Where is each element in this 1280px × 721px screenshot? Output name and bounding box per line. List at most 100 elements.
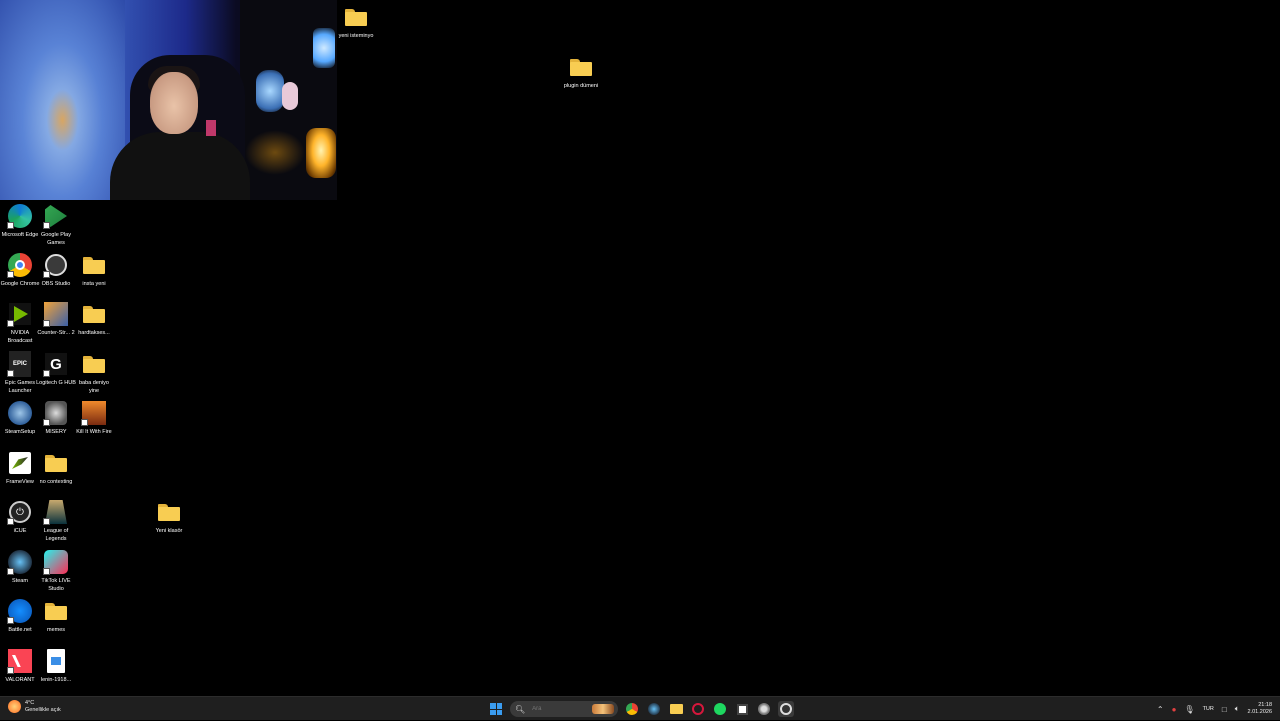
- system-tray: ⌃ ● 🎙︎ TUR □ 🔈︎ 21:18 2.01.2026: [1157, 697, 1272, 721]
- search-input[interactable]: [530, 705, 595, 713]
- webcam-person-head: [150, 72, 198, 134]
- folder-icon: [83, 355, 105, 373]
- desktop-icon-label: Logitech G HUB: [36, 380, 76, 386]
- settings-icon: [758, 703, 770, 715]
- desktop-icon-label: VALORANT: [5, 677, 35, 683]
- search-highlight-image: [592, 704, 614, 714]
- start-icon: [490, 703, 502, 715]
- desktop-icon-icue[interactable]: ⏻ iCUE: [0, 499, 40, 536]
- desktop-icon-label: Steam: [12, 578, 28, 584]
- desktop-icon-frameview[interactable]: FrameView: [0, 450, 40, 487]
- desktop-icon-label: NVIDIA Broadcast: [7, 330, 33, 344]
- spotify-icon: [714, 703, 726, 715]
- frameview-icon: [9, 452, 31, 474]
- desktop-icon-kill-it-with-fire[interactable]: Kill It With Fire: [74, 400, 114, 437]
- webcam-pink-accent: [206, 120, 216, 136]
- taskbar-spotify[interactable]: [712, 701, 728, 717]
- desktop-icon-label: SteamSetup: [4, 429, 36, 435]
- taskbar: 4°C Genellikle açık 🔍︎ ⌃ ● 🎙︎ TUR □ 🔈︎ 2…: [0, 696, 1280, 720]
- webcam-wall-art: [0, 0, 125, 200]
- weather-widget[interactable]: 4°C Genellikle açık: [8, 700, 61, 713]
- desktop-icon-misery[interactable]: MISERY: [36, 400, 76, 437]
- start-button[interactable]: [488, 701, 504, 717]
- folder-icon: [45, 602, 67, 620]
- desktop-icon-counter-strike[interactable]: Counter-Str... 2: [36, 301, 76, 338]
- desktop-icon-valorant[interactable]: VALORANT: [0, 648, 40, 685]
- desktop-icon-steam[interactable]: Steam: [0, 549, 40, 586]
- desktop-icon-nvidia-broadcast[interactable]: NVIDIA Broadcast: [0, 301, 40, 345]
- desktop-icon-edge[interactable]: Microsoft Edge: [0, 203, 40, 240]
- desktop-icon-label: lenin-1918...: [40, 677, 72, 683]
- desktop-icon-label: baba deniyo yine: [79, 380, 109, 394]
- desktop-icon-label: MISERY: [45, 429, 67, 435]
- steam-setup-icon: [8, 401, 32, 425]
- network-status-icon[interactable]: ●: [1172, 705, 1177, 714]
- desktop-icon-baba-deniyo-yine[interactable]: baba deniyo yine: [74, 351, 114, 395]
- desktop-icon-label: yeni isteminyo: [338, 33, 374, 39]
- desktop-icon-yeni-klasor[interactable]: Yeni klasör: [149, 499, 189, 536]
- taskbar-search[interactable]: 🔍︎: [510, 701, 618, 717]
- desktop-icon-label: memes: [46, 627, 66, 633]
- folder-icon: [158, 503, 180, 521]
- display-icon[interactable]: □: [1222, 705, 1227, 714]
- desktop-icon-hardtakses[interactable]: hardtakses...: [74, 301, 114, 338]
- steam-icon: [648, 703, 660, 715]
- language-indicator[interactable]: TUR: [1203, 706, 1214, 712]
- desktop-icon-lenin-file[interactable]: lenin-1918...: [36, 648, 76, 685]
- folder-icon: [345, 8, 367, 26]
- webcam-figure-small: [282, 82, 298, 110]
- opera-gx-icon: [692, 703, 704, 715]
- desktop-icon-chrome[interactable]: Google Chrome: [0, 252, 40, 289]
- desktop-icon-yeni-isteminyo[interactable]: yeni isteminyo: [336, 4, 376, 41]
- desktop-icon-plugin-dumeni[interactable]: plugin dümeni: [561, 54, 601, 91]
- desktop-icon-label: Microsoft Edge: [1, 232, 39, 238]
- taskbar-file-explorer[interactable]: [668, 701, 684, 717]
- taskbar-chrome[interactable]: [624, 701, 640, 717]
- desktop-icon-obs[interactable]: OBS Studio: [36, 252, 76, 289]
- desktop-icon-label: plugin dümeni: [563, 83, 599, 89]
- desktop-icon-label: hardtakses...: [78, 330, 110, 336]
- desktop-icon-label: Yeni klasör: [155, 528, 183, 534]
- desktop-icon-label: Kill It With Fire: [76, 429, 112, 435]
- desktop-icon-epic-games[interactable]: EPIC Epic Games Launcher: [0, 351, 40, 395]
- taskbar-window[interactable]: [734, 701, 750, 717]
- desktop-icon-label: OBS Studio: [41, 281, 71, 287]
- weather-icon: [8, 700, 21, 713]
- desktop-icon-steam-setup[interactable]: SteamSetup: [0, 400, 40, 437]
- webcam-candle: [306, 128, 336, 178]
- folder-icon: [83, 305, 105, 323]
- chevron-up-icon[interactable]: ⌃: [1157, 705, 1164, 714]
- desktop-icon-label: Epic Games Launcher: [5, 380, 35, 394]
- obs-icon: [780, 703, 792, 715]
- webcam-crystal-lamp: [313, 28, 335, 68]
- search-icon: 🔍︎: [515, 704, 526, 714]
- taskbar-settings[interactable]: [756, 701, 772, 717]
- desktop-icon-insta-yeni[interactable]: insta yeni: [74, 252, 114, 289]
- desktop-icon-memes[interactable]: memes: [36, 598, 76, 635]
- desktop-icon-league-of-legends[interactable]: League of Legends: [36, 499, 76, 543]
- desktop-icon-battlenet[interactable]: Battle.net: [0, 598, 40, 635]
- desktop-icon-logitech[interactable]: G Logitech G HUB: [36, 351, 76, 388]
- window-icon: [736, 703, 748, 715]
- desktop-icon-no-contexting[interactable]: no contexting: [36, 450, 76, 487]
- microphone-icon[interactable]: 🎙︎: [1184, 705, 1194, 714]
- desktop-icon-label: TikTok LIVE Studio: [41, 578, 71, 592]
- clock-date: 2.01.2026: [1247, 709, 1272, 715]
- taskbar-apps: 🔍︎: [488, 697, 794, 721]
- folder-icon: [45, 454, 67, 472]
- desktop-icon-label: FrameView: [6, 479, 34, 485]
- folder-icon: [570, 58, 592, 76]
- taskbar-obs[interactable]: [778, 701, 794, 717]
- webcam-warm-light: [245, 130, 305, 175]
- webcam-figure: [256, 70, 284, 112]
- taskbar-steam[interactable]: [646, 701, 662, 717]
- taskbar-opera-gx[interactable]: [690, 701, 706, 717]
- desktop-icon-label: Counter-Str... 2: [37, 330, 75, 336]
- desktop-icon-tiktok-live[interactable]: TikTok LIVE Studio: [36, 549, 76, 593]
- volume-icon[interactable]: 🔈︎: [1235, 704, 1240, 714]
- clock[interactable]: 21:18 2.01.2026: [1248, 702, 1272, 716]
- desktop-icon-label: Battle.net: [8, 627, 32, 633]
- desktop-icon-google-play-games[interactable]: Google Play Games: [36, 203, 76, 247]
- weather-desc: Genellikle açık: [25, 706, 61, 713]
- image-file-icon: [47, 649, 65, 673]
